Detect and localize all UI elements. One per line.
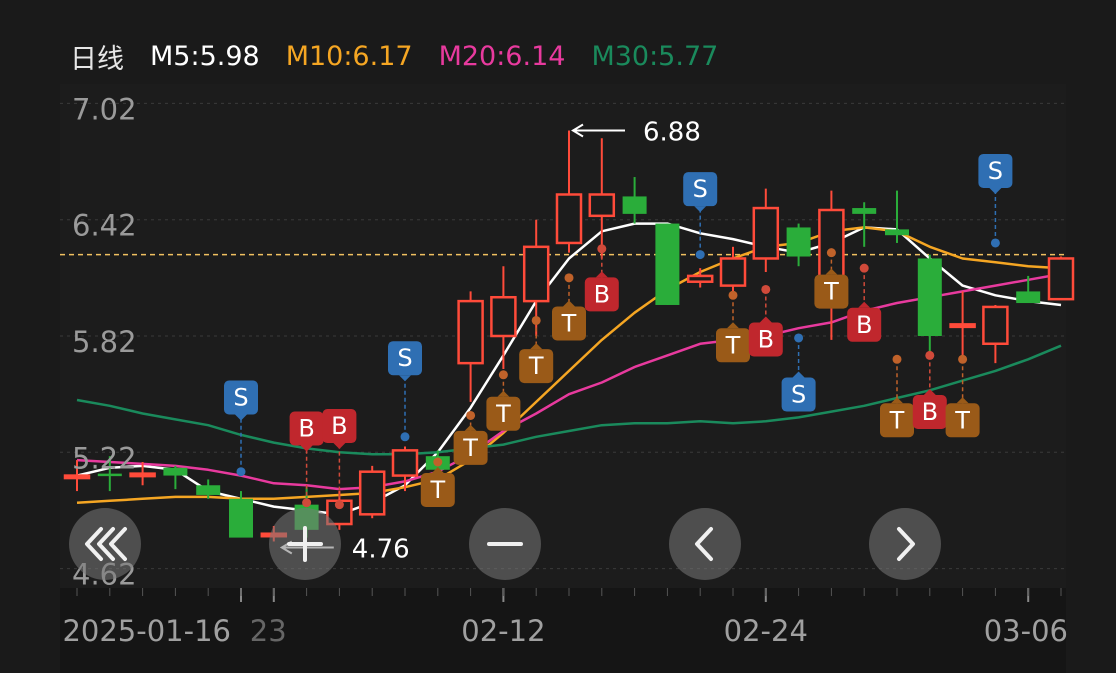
x-tick-label: 02-12 [461,614,545,648]
marker-s-label: S [988,157,1003,185]
candle-body [163,467,188,476]
y-tick-label: 7.02 [72,92,137,126]
candle-body [522,245,550,303]
marker-t-label: T [462,434,478,462]
candle-body [982,305,1009,346]
marker-t-label: T [889,406,905,434]
candle-body [555,193,583,245]
marker-t-label: T [561,309,577,337]
marker-dot [794,333,804,343]
candle-body [1047,257,1075,301]
candle-body [885,229,909,236]
marker-dot [761,284,771,294]
marker-t-label: T [429,476,445,504]
scroll-right-button[interactable] [869,508,941,580]
marker-b-label: B [856,311,872,339]
candle-body [852,208,877,214]
marker-t-label: T [823,278,839,306]
marker-s-label: S [791,381,806,409]
y-tick-label: 5.22 [72,441,137,475]
marker-dot [236,467,246,477]
marker-dot [892,354,902,364]
candle-body [391,449,419,477]
marker-dot [859,263,869,273]
candle-body [786,227,811,257]
candle-body [655,223,680,305]
marker-t-label: T [954,406,970,434]
marker-dot [302,498,312,508]
candlestick-chart[interactable]: SBBSTTTTTBSTBSTBTBTS 7.026.425.825.224.6… [0,0,1116,673]
candle-body [949,323,976,329]
candle-body [229,498,253,538]
marker-s-label: S [397,344,412,372]
marker-dot [531,315,541,325]
candle-body [917,258,942,336]
marker-b-label: B [922,398,938,426]
scroll-left-button-bg[interactable] [669,508,741,580]
candle-body [1016,291,1041,304]
candle-body [63,474,91,480]
zoom-in-button[interactable] [269,508,341,580]
rewind-button[interactable] [69,508,141,580]
y-tick-label: 6.42 [72,209,137,243]
x-tick-label: 02-24 [724,614,808,648]
high-price-label: 6.88 [643,118,701,148]
marker-t-label: T [528,352,544,380]
marker-dot [958,354,968,364]
rewind-button-bg[interactable] [69,508,141,580]
marker-dot [925,350,935,360]
marker-dot [564,273,574,283]
candle-body [622,196,647,214]
x-tick-label: 03-06 [984,614,1068,648]
scroll-right-button-bg[interactable] [869,508,941,580]
candle-body [490,295,517,338]
candle-body [588,193,616,218]
marker-dot [695,250,705,260]
marker-dot [990,238,1000,248]
x-tick-label: 2025-01-16 [62,614,231,648]
marker-b-label: B [331,412,347,440]
marker-b-label: B [298,415,314,443]
marker-dot [597,244,607,254]
candle-body [752,206,780,260]
marker-dot [400,432,410,442]
marker-dot [498,370,508,380]
zoom-out-button[interactable] [469,508,541,580]
candle-body [686,274,714,283]
marker-b-label: B [594,280,610,308]
marker-dot [826,248,836,258]
marker-dot [728,290,738,300]
marker-b-label: B [758,325,774,353]
y-tick-label: 5.82 [72,325,137,359]
candle-body [358,470,386,516]
x-tick-label: 23 [250,614,287,648]
candle-body [719,257,747,287]
low-price-label: 4.76 [352,534,410,564]
candle-body [457,299,484,365]
marker-t-label: T [725,331,741,359]
marker-t-label: T [495,400,511,428]
marker-s-label: S [233,383,248,411]
marker-dot [334,500,344,510]
candle-body [196,485,221,495]
marker-dot [433,457,443,467]
scroll-left-button[interactable] [669,508,741,580]
marker-dot [466,410,476,420]
marker-s-label: S [693,175,708,203]
